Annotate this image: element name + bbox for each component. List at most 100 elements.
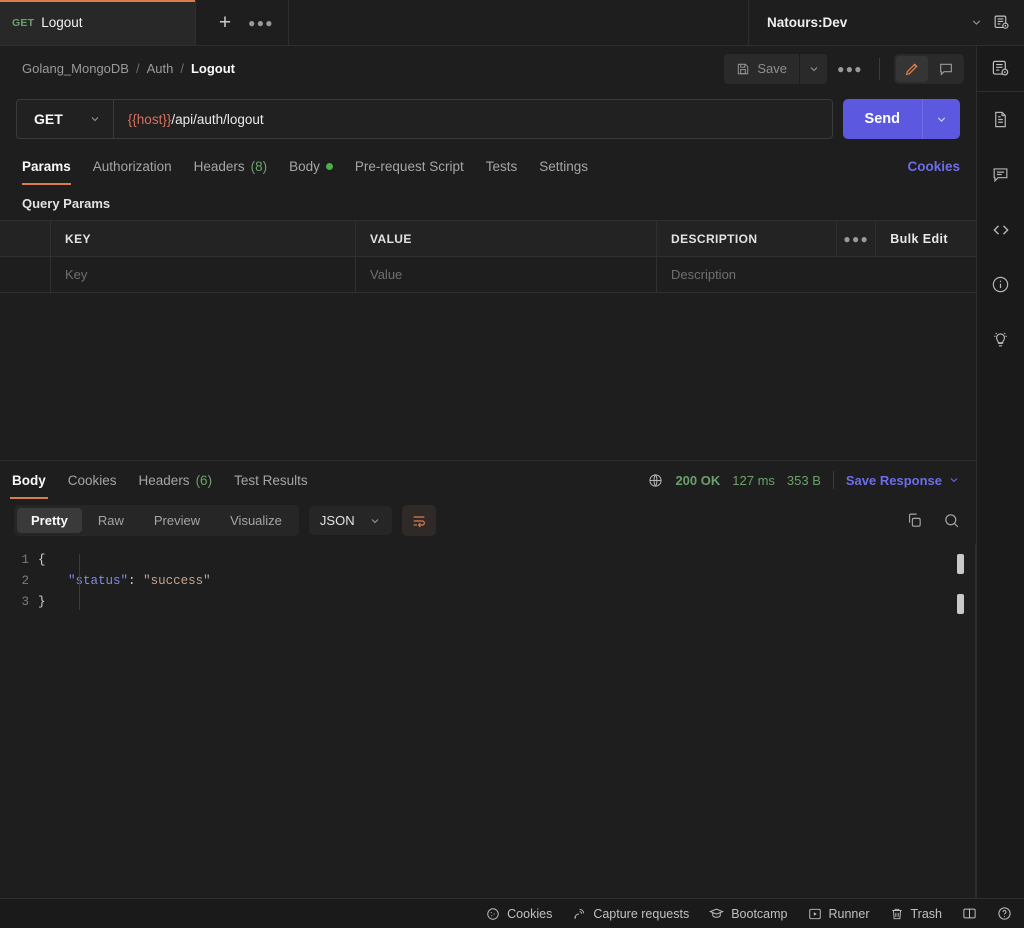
response-section-tabs: Body Cookies Headers (6) Test Results 20… — [0, 461, 976, 499]
select-all-cell[interactable] — [0, 221, 51, 256]
tab-tests[interactable]: Tests — [486, 147, 518, 185]
body-present-dot-icon — [325, 162, 333, 170]
environment-quick-look-icon — [991, 59, 1010, 78]
status-bar-runner[interactable]: Runner — [808, 907, 870, 921]
description-tools: ●●● Bulk Edit — [836, 220, 962, 257]
response-pane: Body Cookies Headers (6) Test Results 20… — [0, 461, 976, 898]
sidebar-item-comments[interactable] — [977, 147, 1024, 202]
floppy-disk-icon — [736, 62, 750, 76]
response-scrollbar[interactable] — [957, 554, 964, 620]
http-method-label: GET — [34, 111, 63, 127]
sidebar-item-environment-quick-look[interactable] — [977, 46, 1024, 92]
environment-selector[interactable]: Natours:Dev — [749, 0, 1024, 45]
scrollbar-thumb[interactable] — [957, 594, 964, 614]
plus-icon: + — [218, 11, 232, 34]
param-value-input[interactable]: Value — [356, 257, 657, 292]
sidebar-item-info[interactable] — [977, 257, 1024, 312]
request-tab-label: Logout — [41, 15, 83, 30]
param-key-input[interactable]: Key — [51, 257, 356, 292]
tab-strip-filler — [289, 0, 749, 45]
sidebar-item-documentation[interactable] — [977, 92, 1024, 147]
line-number-gutter: 1 2 3 — [0, 550, 38, 898]
tab-pre-request-script[interactable]: Pre-request Script — [355, 147, 464, 185]
globe-icon[interactable] — [648, 473, 663, 488]
ellipsis-icon: ●●● — [843, 231, 870, 246]
tab-headers-label: Headers — [193, 158, 245, 174]
response-tab-headers[interactable]: Headers (6) — [137, 461, 215, 499]
response-tab-body[interactable]: Body — [10, 461, 48, 499]
status-bar-bootcamp[interactable]: Bootcamp — [709, 906, 788, 921]
send-button[interactable]: Send — [843, 99, 922, 139]
response-language-label: JSON — [319, 513, 355, 528]
tab-headers[interactable]: Headers (8) — [194, 147, 268, 185]
divider — [879, 57, 880, 80]
view-raw[interactable]: Raw — [84, 508, 138, 533]
breadcrumb-folder[interactable]: Auth — [147, 61, 174, 76]
http-method-selector[interactable]: GET — [17, 100, 114, 138]
url-path: /api/auth/logout — [171, 111, 264, 127]
bulk-edit-button[interactable]: Bulk Edit — [876, 232, 962, 246]
edit-mode-button[interactable] — [896, 55, 928, 82]
tab-authorization-label: Authorization — [92, 158, 172, 174]
request-actions: Save ●●● — [724, 53, 964, 84]
request-tab-strip: GET Logout — [0, 0, 196, 45]
json-colon: : — [128, 574, 136, 588]
param-description-input[interactable]: Description — [657, 257, 976, 292]
scrollbar-thumb[interactable] — [957, 554, 964, 574]
json-key: "status" — [68, 574, 129, 588]
cookies-link[interactable]: Cookies — [907, 159, 960, 174]
code-line-2: "status": "success" — [38, 571, 976, 592]
params-empty-area — [0, 293, 976, 461]
request-tab-logout[interactable]: GET Logout — [0, 0, 196, 45]
url-variable: {{host}} — [127, 111, 172, 127]
view-visualize[interactable]: Visualize — [216, 508, 296, 533]
code-line-3: } — [38, 592, 976, 613]
request-more-button[interactable]: ●●● — [835, 54, 865, 84]
chevron-down-icon[interactable] — [970, 16, 983, 29]
tab-params[interactable]: Params — [22, 147, 71, 185]
url-input[interactable]: {{host}}/api/auth/logout — [114, 100, 832, 138]
new-tab-button[interactable]: + — [210, 8, 240, 38]
word-wrap-button[interactable] — [401, 505, 436, 536]
cookie-icon — [486, 907, 500, 921]
breadcrumb-request: Logout — [190, 61, 236, 76]
tab-settings[interactable]: Settings — [539, 147, 588, 185]
response-body-code[interactable]: 1 2 3 { "status": "success" } — [0, 544, 976, 898]
status-bar-trash[interactable]: Trash — [890, 907, 942, 921]
response-view-switch: Pretty Raw Preview Visualize — [14, 505, 299, 536]
tab-body[interactable]: Body — [289, 147, 333, 185]
breadcrumb-collection[interactable]: Golang_MongoDB — [22, 61, 129, 76]
trash-icon — [890, 907, 904, 921]
view-preview[interactable]: Preview — [140, 508, 214, 533]
send-options-button[interactable] — [922, 99, 960, 139]
view-pretty[interactable]: Pretty — [17, 508, 82, 533]
copy-icon[interactable] — [906, 512, 923, 529]
status-bar-cookies[interactable]: Cookies — [486, 907, 552, 921]
tab-authorization[interactable]: Authorization — [93, 147, 172, 185]
save-options-button[interactable] — [799, 53, 827, 84]
chevron-down-icon — [369, 515, 381, 527]
sidebar-item-lightbulb[interactable] — [977, 312, 1024, 367]
sidebar-item-code-snippet[interactable] — [977, 202, 1024, 257]
status-bar-capture-requests-label: Capture requests — [593, 906, 690, 921]
status-bar-layout-toggle[interactable] — [962, 906, 977, 921]
environment-name: Natours:Dev — [767, 15, 848, 30]
save-response-label: Save Response — [845, 472, 942, 488]
row-checkbox[interactable] — [0, 257, 51, 292]
status-bar-capture-requests[interactable]: Capture requests — [572, 907, 689, 921]
response-tab-test-results[interactable]: Test Results — [232, 461, 310, 499]
code-content[interactable]: { "status": "success" } — [38, 550, 976, 898]
response-tab-list: Body Cookies Headers (6) Test Results — [10, 461, 310, 499]
params-more-button[interactable]: ●●● — [836, 220, 877, 257]
tab-more-button[interactable]: ●●● — [246, 8, 276, 38]
response-tab-cookies[interactable]: Cookies — [66, 461, 119, 499]
environment-quick-look-icon[interactable] — [993, 14, 1010, 31]
response-language-selector[interactable]: JSON — [308, 506, 392, 535]
save-button[interactable]: Save — [724, 53, 799, 84]
response-tab-cookies-label: Cookies — [67, 472, 117, 488]
column-value: VALUE — [356, 221, 657, 256]
status-bar-help[interactable] — [997, 906, 1012, 921]
save-response-button[interactable]: Save Response — [846, 473, 960, 488]
comment-mode-button[interactable] — [930, 56, 962, 82]
search-icon[interactable] — [943, 512, 960, 529]
